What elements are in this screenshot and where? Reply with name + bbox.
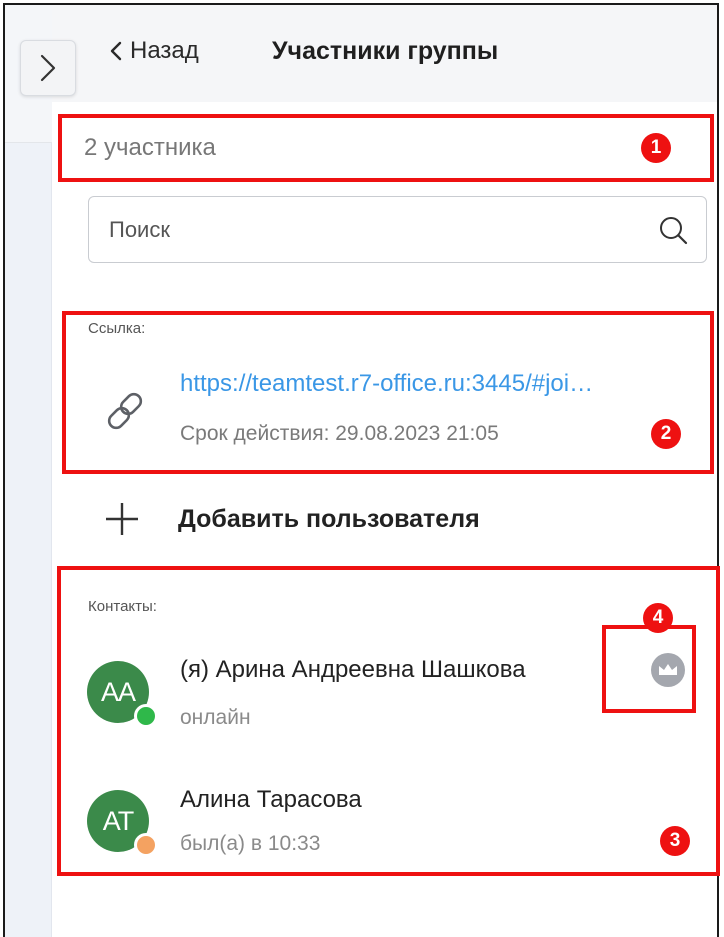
annotation-box-4 [602,625,696,713]
search-input[interactable] [89,197,706,262]
annotation-box-1 [58,114,714,182]
search-icon[interactable] [658,215,690,247]
annotation-box-3 [57,566,720,876]
search-field[interactable] [88,196,707,263]
annotation-badge-1: 1 [641,133,671,163]
add-user-button[interactable]: Добавить пользователя [100,496,520,542]
annotation-box-2 [62,311,714,474]
page-title: Участники группы [272,37,499,65]
annotation-badge-4: 4 [643,603,673,633]
chevron-left-icon [110,41,122,61]
back-label: Назад [130,37,199,64]
annotation-badge-2: 2 [651,419,681,449]
plus-icon [106,503,138,535]
add-user-label: Добавить пользователя [178,504,480,533]
expand-sidebar-button[interactable] [20,40,76,96]
annotation-badge-3: 3 [660,826,690,856]
left-sidebar-strip [5,5,52,937]
chevron-right-icon [40,54,56,82]
back-link[interactable]: Назад [110,34,199,68]
